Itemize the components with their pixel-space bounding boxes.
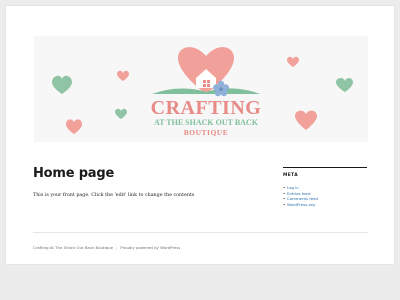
- comments-feed-link[interactable]: Comments feed: [287, 196, 318, 201]
- widget-title: META: [283, 173, 299, 178]
- wordpress-org-link[interactable]: WordPress.org: [287, 202, 315, 207]
- widget-divider: [283, 167, 367, 168]
- header-banner: CRAFTING AT THE SHACK OUT BACK BOUTIQUE: [52, 47, 353, 137]
- heart-decoration: [52, 75, 72, 94]
- heart-decoration: [287, 56, 299, 67]
- site-footer: Crafting At The Shack Out Back Boutique /…: [33, 245, 180, 250]
- page-content: This is your front page. Click the 'edit…: [33, 193, 195, 198]
- footer-site-name-link[interactable]: Crafting At The Shack Out Back Boutique: [33, 245, 113, 250]
- bullet-icon: •: [283, 201, 286, 207]
- footer-separator: /: [115, 245, 118, 250]
- logo-line-2: AT THE SHACK OUT BACK: [154, 118, 259, 127]
- meta-widget: META • Log in • Entries feed • Comments fee…: [283, 167, 367, 207]
- footer-divider: [33, 232, 368, 233]
- entries-feed-link[interactable]: Entries feed: [287, 191, 310, 196]
- footer-powered-by-link[interactable]: Proudly powered by WordPress: [120, 245, 180, 250]
- list-item: • WordPress.org: [283, 202, 367, 208]
- heart-decoration: [115, 108, 127, 119]
- meta-links-list: • Log in • Entries feed • Comments feed • Wo…: [283, 185, 367, 207]
- page-title: Home page: [33, 166, 115, 181]
- heart-decoration: [295, 110, 317, 130]
- page-container: CRAFTING AT THE SHACK OUT BACK BOUTIQUE …: [6, 6, 394, 264]
- heart-decoration: [117, 70, 129, 81]
- header-image[interactable]: CRAFTING AT THE SHACK OUT BACK BOUTIQUE: [34, 36, 368, 142]
- logo-line-1: CRAFTING: [151, 97, 262, 119]
- logo-line-3: BOUTIQUE: [184, 128, 228, 137]
- heart-decoration: [336, 78, 353, 92]
- log-in-link[interactable]: Log in: [287, 185, 299, 190]
- heart-decoration: [66, 119, 82, 134]
